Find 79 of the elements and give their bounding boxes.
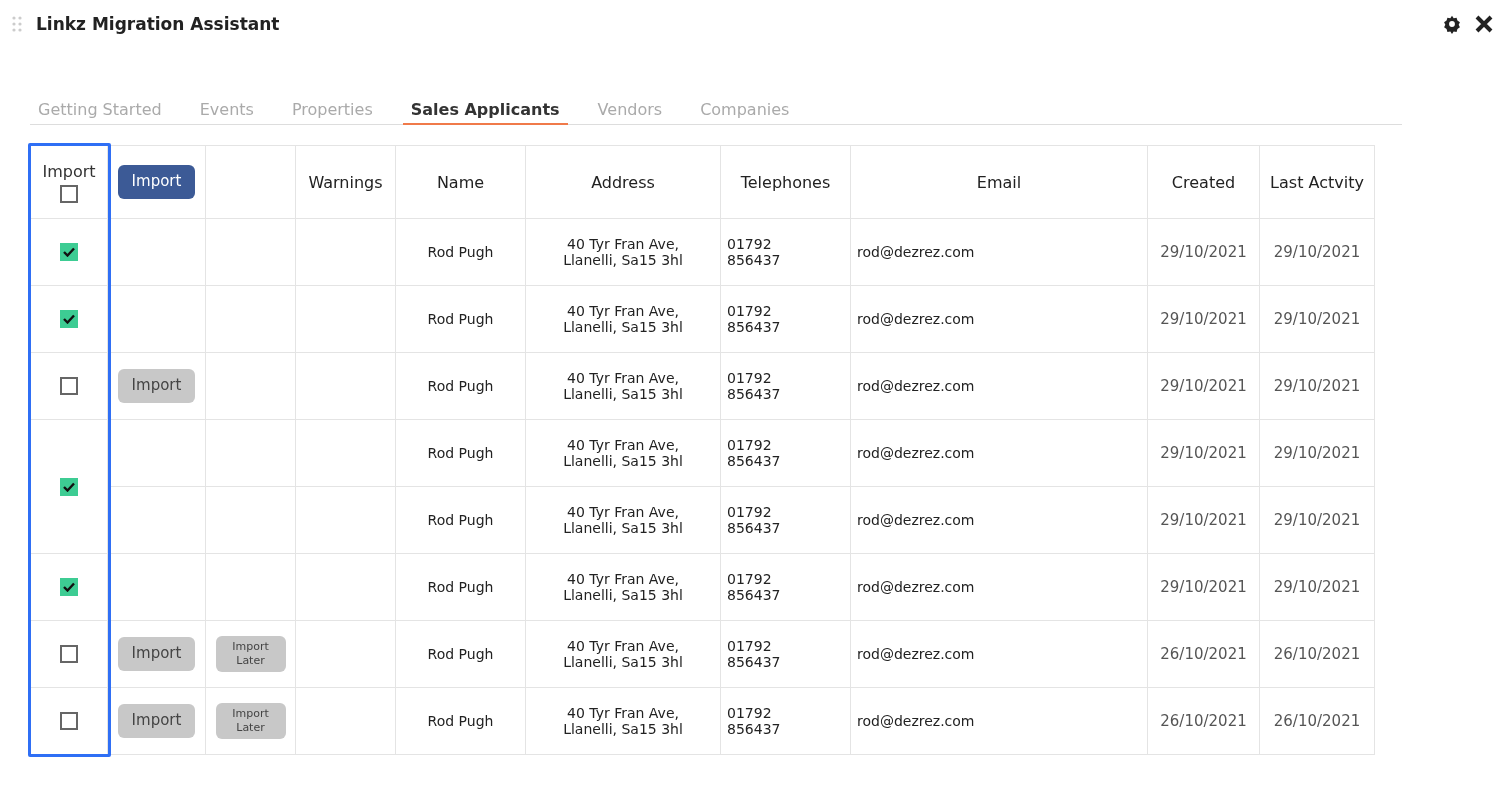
import-button[interactable]: Import xyxy=(117,165,196,199)
column-header: Address xyxy=(591,172,655,192)
table-cell: 26/10/2021 xyxy=(1273,712,1361,730)
table-cell-text: 40 Tyr Fran Ave, Llanelli, Sa15 3hl xyxy=(562,638,684,670)
table-cell: rod@dezrez.com xyxy=(857,445,975,461)
table-cell: rod@dezrez.com xyxy=(857,378,975,394)
table-cell: rod@dezrez.com xyxy=(857,244,975,260)
table-cell-text: 40 Tyr Fran Ave, Llanelli, Sa15 3hl xyxy=(562,236,684,268)
table-cell: 29/10/2021 xyxy=(1273,444,1361,462)
import-button[interactable]: Import xyxy=(117,704,196,738)
table-cell: rod@dezrez.com xyxy=(857,713,975,729)
table-cell-text: 40 Tyr Fran Ave, Llanelli, Sa15 3hl xyxy=(562,504,684,536)
import-later-button[interactable]: Import Later xyxy=(215,702,286,740)
table-cell: 29/10/2021 xyxy=(1273,243,1361,261)
import-later-button[interactable]: Import Later xyxy=(215,635,286,673)
close-icon[interactable] xyxy=(1474,14,1494,34)
checkbox[interactable] xyxy=(60,184,78,203)
table-cell: 29/10/2021 xyxy=(1160,444,1247,462)
table-cell-text: 01792 856437 xyxy=(727,303,782,335)
table-cell-text: 01792 856437 xyxy=(727,236,782,268)
checkbox[interactable] xyxy=(60,310,78,328)
table-cell: 29/10/2021 xyxy=(1160,243,1247,261)
table-cell: 29/10/2021 xyxy=(1273,310,1361,328)
table-cell-text: 40 Tyr Fran Ave, Llanelli, Sa15 3hl xyxy=(562,571,684,603)
table-cell: rod@dezrez.com xyxy=(857,579,975,595)
checkbox[interactable] xyxy=(60,712,78,730)
column-header: Warnings xyxy=(308,172,383,192)
table-cell: 29/10/2021 xyxy=(1160,310,1247,328)
checkbox[interactable] xyxy=(60,645,78,663)
table-cell: rod@dezrez.com xyxy=(857,512,975,528)
column-header: Last Actvity xyxy=(1270,172,1364,192)
column-header: Name xyxy=(436,172,485,192)
tab[interactable]: Sales Applicants xyxy=(402,100,568,125)
table-cell: Rod Pugh xyxy=(427,646,494,662)
table-cell: Rod Pugh xyxy=(427,378,494,394)
table-cell: 29/10/2021 xyxy=(1273,511,1361,529)
table-cell: 29/10/2021 xyxy=(1160,578,1247,596)
column-header: Created xyxy=(1171,172,1236,192)
table-cell: Rod Pugh xyxy=(427,244,494,260)
table-cell: Rod Pugh xyxy=(427,445,494,461)
settings-icon[interactable] xyxy=(1442,14,1462,34)
table-cell: 29/10/2021 xyxy=(1160,511,1247,529)
table-cell: rod@dezrez.com xyxy=(857,646,975,662)
table-cell-text: 01792 856437 xyxy=(727,370,782,402)
checkbox[interactable] xyxy=(60,377,78,395)
checkbox[interactable] xyxy=(60,578,78,596)
table-cell: 26/10/2021 xyxy=(1273,645,1361,663)
checkbox[interactable] xyxy=(60,477,78,496)
table-cell: 26/10/2021 xyxy=(1160,645,1247,663)
column-header: Email xyxy=(976,172,1022,192)
table-cell-text: 01792 856437 xyxy=(727,705,782,737)
check-icon xyxy=(63,314,75,324)
window-title: Linkz Migration Assistant xyxy=(36,14,281,34)
table-cell-text: 01792 856437 xyxy=(727,504,782,536)
table-cell-text: 01792 856437 xyxy=(727,571,782,603)
check-icon xyxy=(63,582,75,592)
table-cell-text: 40 Tyr Fran Ave, Llanelli, Sa15 3hl xyxy=(562,303,684,335)
check-icon xyxy=(63,481,75,492)
check-icon xyxy=(63,247,75,257)
table-cell: Rod Pugh xyxy=(427,579,494,595)
column-header: Import xyxy=(41,161,97,181)
table-cell-text: 40 Tyr Fran Ave, Llanelli, Sa15 3hl xyxy=(562,437,684,469)
table-cell: Rod Pugh xyxy=(427,512,494,528)
import-button[interactable]: Import xyxy=(117,637,196,671)
column-header: Telephones xyxy=(740,172,831,192)
checkbox[interactable] xyxy=(60,243,78,261)
drag-handle-icon[interactable] xyxy=(12,16,22,32)
import-button[interactable]: Import xyxy=(117,369,196,403)
table-cell: 29/10/2021 xyxy=(1160,377,1247,395)
table-cell-text: 01792 856437 xyxy=(727,638,782,670)
table-cell: 29/10/2021 xyxy=(1273,377,1361,395)
table-cell-text: 01792 856437 xyxy=(727,437,782,469)
table-cell: 29/10/2021 xyxy=(1273,578,1361,596)
table-cell: 26/10/2021 xyxy=(1160,712,1247,730)
table-cell-text: 40 Tyr Fran Ave, Llanelli, Sa15 3hl xyxy=(562,705,684,737)
table-cell: rod@dezrez.com xyxy=(857,311,975,327)
table-cell: Rod Pugh xyxy=(427,713,494,729)
table-cell: Rod Pugh xyxy=(427,311,494,327)
table-cell-text: 40 Tyr Fran Ave, Llanelli, Sa15 3hl xyxy=(562,370,684,402)
